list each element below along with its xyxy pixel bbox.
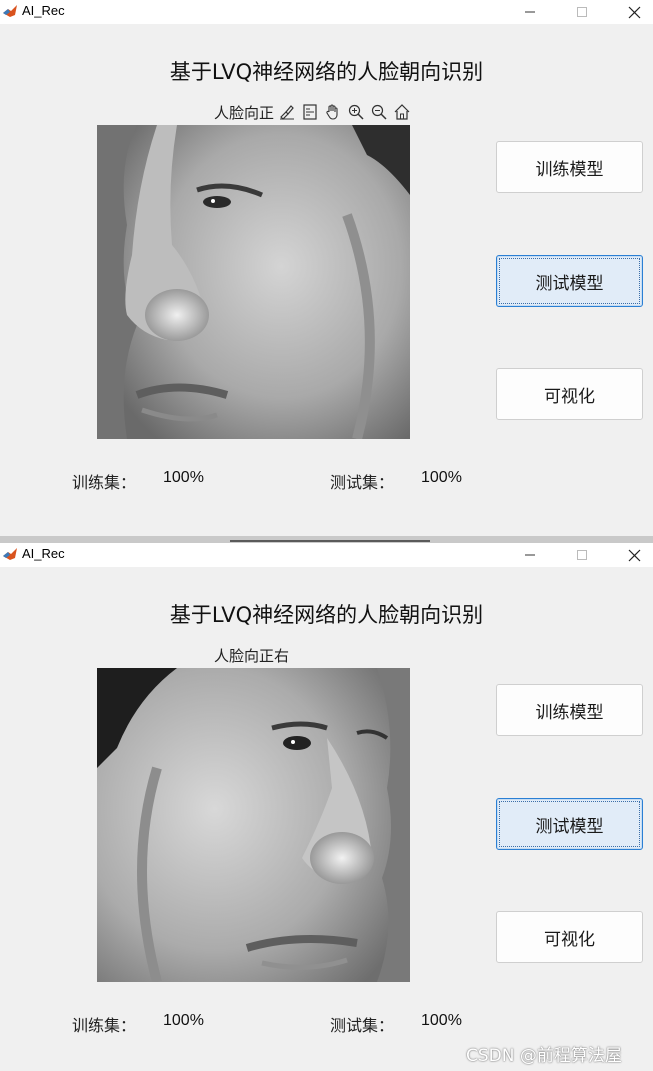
page-title: 基于LVQ神经网络的人脸朝向识别 [169, 60, 484, 84]
title-bar[interactable]: AI_Rec [0, 543, 653, 567]
minimize-icon [525, 11, 535, 13]
face-image [97, 125, 410, 439]
window-separator [0, 536, 653, 543]
matlab-logo-icon [3, 5, 17, 17]
test-set-label: 测试集： [330, 1016, 395, 1035]
csdn-watermark: CSDN @前程算法屋 [466, 1046, 622, 1066]
train-set-accuracy: 100% [163, 469, 204, 486]
test-model-button[interactable]: 测试模型 [496, 798, 643, 850]
close-icon [628, 549, 640, 561]
train-set-label: 训练集： [72, 1016, 137, 1035]
zoom-in-icon[interactable] [345, 101, 367, 123]
close-button[interactable] [611, 543, 653, 567]
brush-icon[interactable] [276, 101, 298, 123]
axes-toolbar [276, 101, 413, 123]
test-set-accuracy: 100% [421, 469, 462, 486]
test-set-label: 测试集： [330, 473, 395, 492]
zoom-out-icon[interactable] [368, 101, 390, 123]
window-title: AI_Rec [22, 3, 65, 18]
visualize-button[interactable]: 可视化 [496, 911, 643, 963]
page-title: 基于LVQ神经网络的人脸朝向识别 [169, 603, 484, 627]
datatip-icon[interactable] [299, 101, 321, 123]
window-title: AI_Rec [22, 546, 65, 561]
home-icon[interactable] [391, 101, 413, 123]
close-icon [628, 6, 640, 18]
face-image [97, 668, 410, 982]
train-set-accuracy: 100% [163, 1012, 204, 1029]
test-model-button[interactable]: 测试模型 [496, 255, 643, 307]
train-model-button[interactable]: 训练模型 [496, 141, 643, 193]
train-set-label: 训练集： [72, 473, 137, 492]
train-model-button[interactable]: 训练模型 [496, 684, 643, 736]
app-window-2: AI_Rec 基于LVQ神经网络的人脸朝向识别 人脸向正右 训练模型 测试模型 … [0, 543, 653, 1071]
maximize-button[interactable] [559, 0, 605, 24]
matlab-logo-icon [3, 548, 17, 560]
maximize-button[interactable] [559, 543, 605, 567]
close-button[interactable] [611, 0, 653, 24]
maximize-icon [577, 7, 587, 17]
title-bar[interactable]: AI_Rec [0, 0, 653, 24]
pan-hand-icon[interactable] [322, 101, 344, 123]
app-window-1: AI_Rec 基于LVQ神经网络的人脸朝向识别 人脸向正 训练模型 测试模型 可… [0, 0, 653, 536]
minimize-button[interactable] [507, 0, 553, 24]
axes-title: 人脸向正右 [214, 647, 290, 665]
axes-title: 人脸向正 [214, 104, 275, 122]
maximize-icon [577, 550, 587, 560]
minimize-icon [525, 554, 535, 556]
visualize-button[interactable]: 可视化 [496, 368, 643, 420]
test-set-accuracy: 100% [421, 1012, 462, 1029]
minimize-button[interactable] [507, 543, 553, 567]
